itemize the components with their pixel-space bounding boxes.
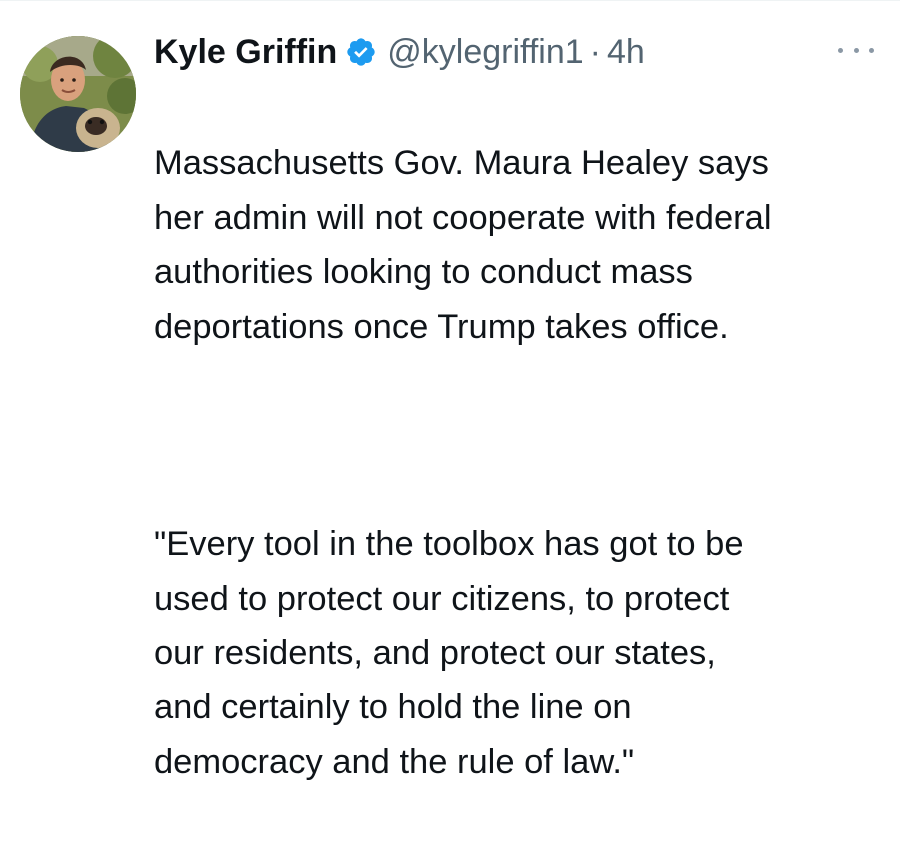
verified-badge-icon [345,36,377,68]
avatar[interactable] [20,36,136,152]
author-name[interactable]: Kyle Griffin [154,33,337,72]
header-separator: · [589,32,601,71]
tweet[interactable]: Kyle Griffin @kylegriffin1 · 4h Massachu… [0,0,900,781]
tweet-timestamp[interactable]: 4h [607,33,645,72]
tweet-header: Kyle Griffin @kylegriffin1 · 4h [154,24,645,80]
tweet-paragraph-1: Massachusetts Gov. Maura Healey says her… [154,144,772,346]
more-dot [869,47,874,53]
author-handle[interactable]: @kylegriffin1 [387,33,583,72]
more-dot [853,47,859,53]
more-dot [838,47,843,53]
more-options-icon[interactable] [838,36,874,64]
avatar-photo [20,36,136,152]
tweet-text: Massachusetts Gov. Maura Healey says her… [154,82,884,844]
tweet-paragraph-2: "Every tool in the toolbox has got to be… [154,525,744,781]
